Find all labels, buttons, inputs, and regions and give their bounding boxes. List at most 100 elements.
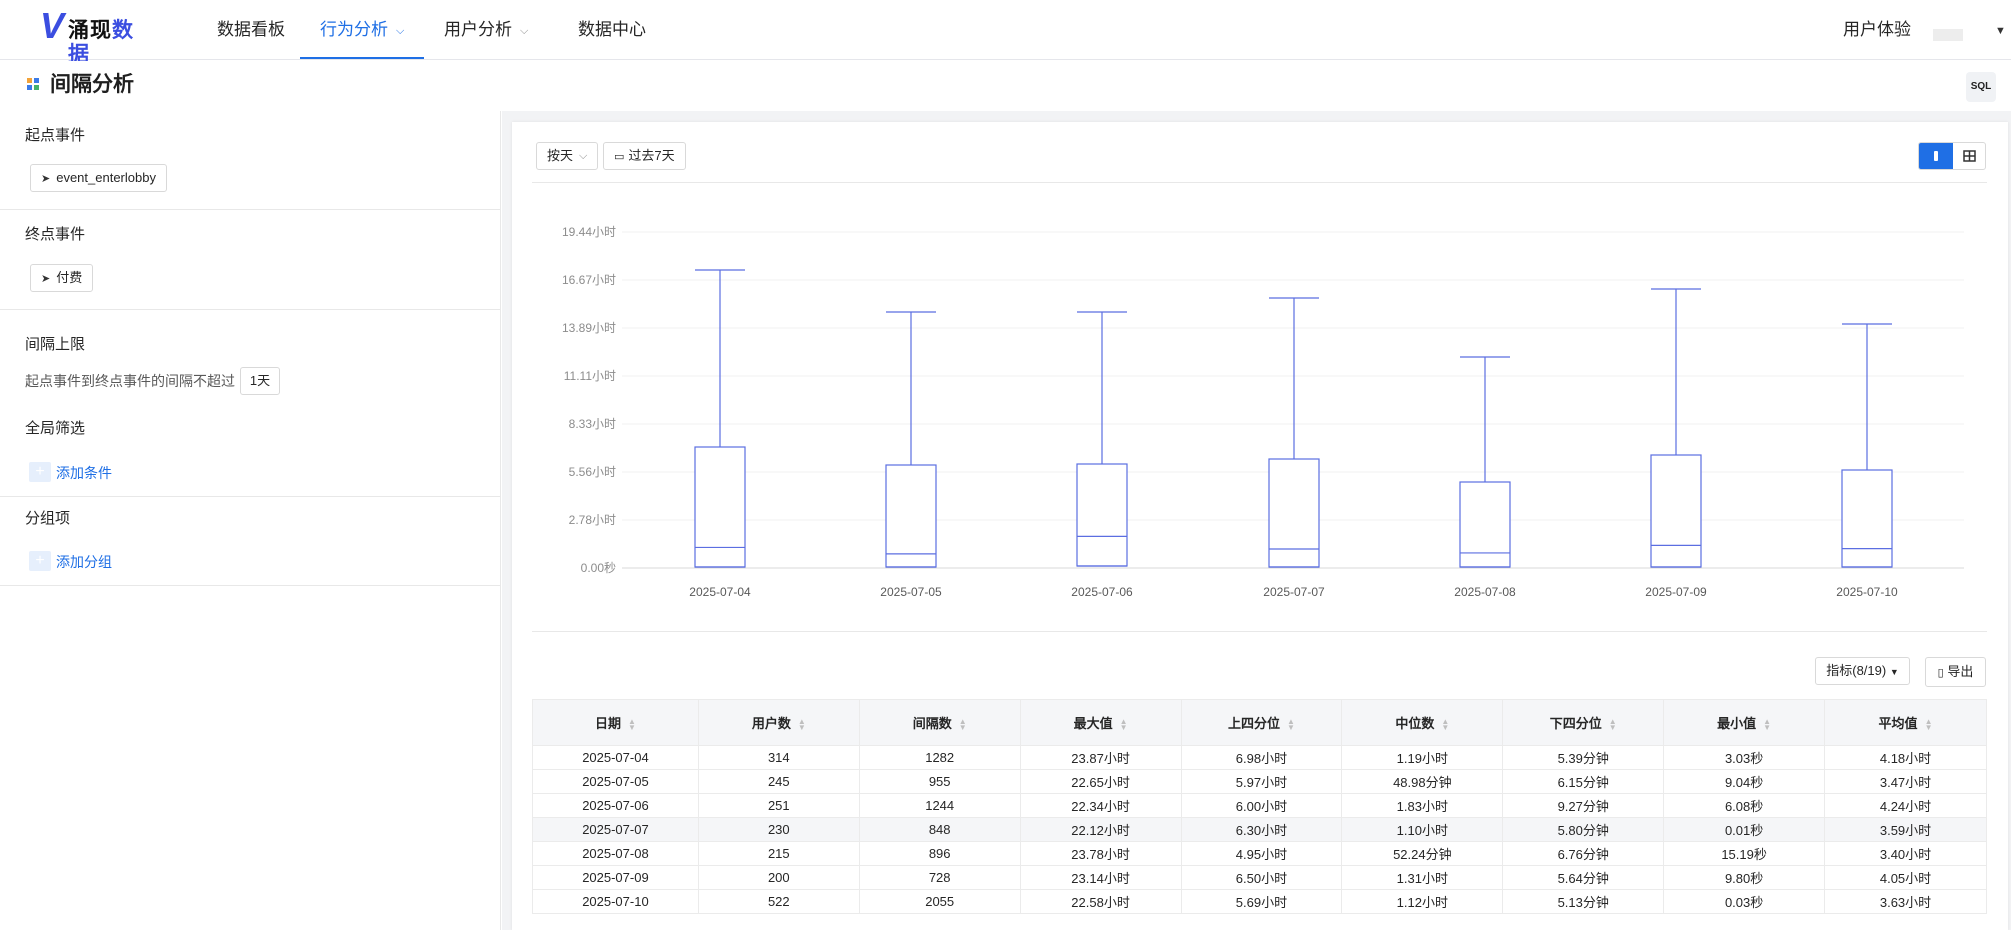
- table-row[interactable]: 2025-07-04 314 1282 23.87小时 6.98小时 1.19小时 5.39…: [532, 745, 1987, 770]
- date-range-picker[interactable]: ▭ 过去7天: [603, 142, 686, 170]
- caret-down-icon[interactable]: ▼: [1995, 25, 2006, 37]
- start-event-tag[interactable]: ➤ event_enterlobby: [30, 164, 167, 192]
- table-row[interactable]: 2025-07-09 200 728 23.14小时 6.50小时 1.31小时 5.64分…: [532, 865, 1987, 890]
- table-cell: 5.64分钟: [1502, 865, 1665, 890]
- box: [1650, 454, 1702, 568]
- table-cell: 1282: [858, 745, 1021, 770]
- column-header-label: 最小值: [1717, 716, 1757, 731]
- x-tick-label: 2025-07-07: [1263, 585, 1325, 599]
- sort-icon[interactable]: ▲ ▼: [628, 717, 636, 731]
- sort-icon[interactable]: ▲ ▼: [798, 717, 806, 731]
- sort-icon[interactable]: ▲ ▼: [1609, 717, 1617, 731]
- column-header-label: 用户数: [751, 716, 791, 731]
- column-header[interactable]: 下四分位 ▲ ▼: [1502, 699, 1665, 746]
- y-tick-label: 11.11小时: [564, 369, 616, 383]
- column-header-label: 上四分位: [1227, 716, 1280, 731]
- y-tick-label: 19.44小时: [562, 225, 616, 239]
- divider: [0, 585, 501, 586]
- data-table: 日期 ▲ ▼ 用户数 ▲ ▼ 间隔数 ▲ ▼ 最大值 ▲ ▼ 上四分位 ▲ ▼ 中位数 ▲ ▼ 下四分位 ▲ ▼ 最小值 ▲…: [532, 699, 1987, 914]
- table-cell: 6.15分钟: [1502, 769, 1665, 794]
- sort-icon[interactable]: ▲ ▼: [1287, 717, 1295, 731]
- metrics-select[interactable]: 指标(8/19) ▼: [1815, 657, 1910, 685]
- divider: [0, 209, 501, 210]
- add-group-button[interactable]: + 添加分组: [29, 551, 112, 573]
- interval-limit-input[interactable]: 1天: [240, 367, 280, 395]
- box: [1459, 481, 1511, 568]
- table-cell: 3.63小时: [1824, 889, 1987, 914]
- analysis-grid-icon: [27, 78, 40, 91]
- table-row[interactable]: 2025-07-05 245 955 22.65小时 5.97小时 48.98分钟 6.15…: [532, 769, 1987, 794]
- table-row[interactable]: 2025-07-10 522 2055 22.58小时 5.69小时 1.12小时 5.13…: [532, 889, 1987, 914]
- table-cell: 9.80秒: [1663, 865, 1826, 890]
- table-cell: 23.87小时: [1019, 745, 1182, 770]
- sort-icon[interactable]: ▲ ▼: [959, 717, 967, 731]
- add-condition-button[interactable]: + 添加条件: [29, 462, 112, 484]
- app-logo[interactable]: V 涌现数据: [40, 8, 144, 67]
- column-header[interactable]: 最大值 ▲ ▼: [1019, 699, 1182, 746]
- table-cell: 728: [858, 865, 1021, 890]
- table-cell: 3.03秒: [1663, 745, 1826, 770]
- user-experience-link[interactable]: 用户体验: [1843, 0, 1911, 60]
- sort-icon[interactable]: ▲ ▼: [1441, 717, 1449, 731]
- table-cell: 22.12小时: [1019, 817, 1182, 842]
- top-navigation: V 涌现数据 数据看板 行为分析 ⌵ 用户分析 ⌵ 数据中心 用户体验 ▼: [0, 0, 2011, 67]
- table-row[interactable]: 2025-07-08 215 896 23.78小时 4.95小时 52.24分钟 6.76…: [532, 841, 1987, 866]
- box: [885, 464, 937, 568]
- table-cell: 5.97小时: [1180, 769, 1343, 794]
- sql-button[interactable]: SQL: [1966, 72, 1996, 102]
- box-chart-icon: [1934, 151, 1938, 161]
- export-button[interactable]: ▯ 导出: [1925, 657, 1986, 687]
- table-cell: 23.14小时: [1019, 865, 1182, 890]
- start-event-label: 起点事件: [25, 127, 86, 144]
- column-header-label: 最大值: [1073, 716, 1113, 731]
- chevron-down-icon: ⌵: [579, 150, 588, 162]
- table-cell: 215: [697, 841, 860, 866]
- box: [1268, 458, 1320, 568]
- table-cell: 0.01秒: [1663, 817, 1826, 842]
- table-cell: 5.80分钟: [1502, 817, 1665, 842]
- table-cell: 0.03秒: [1663, 889, 1826, 914]
- table-cell: 4.05小时: [1824, 865, 1987, 890]
- column-header-label: 间隔数: [912, 716, 952, 731]
- plus-icon: +: [29, 462, 51, 482]
- divider: [532, 631, 1987, 632]
- page-header: 间隔分析 SQL: [0, 61, 2011, 111]
- granularity-select[interactable]: 按天 ⌵: [536, 142, 599, 170]
- nav-item-user-analysis[interactable]: 用户分析 ⌵: [444, 0, 528, 60]
- table-cell: 22.34小时: [1019, 793, 1182, 818]
- avatar[interactable]: [1933, 29, 1963, 41]
- column-header[interactable]: 平均值 ▲ ▼: [1824, 699, 1987, 746]
- column-header[interactable]: 日期 ▲ ▼: [532, 699, 699, 746]
- table-cell: 9.04秒: [1663, 769, 1826, 794]
- column-header[interactable]: 上四分位 ▲ ▼: [1180, 699, 1343, 746]
- x-tick-label: 2025-07-06: [1071, 585, 1133, 599]
- table-cell: 4.24小时: [1824, 793, 1987, 818]
- column-header[interactable]: 最小值 ▲ ▼: [1663, 699, 1826, 746]
- table-cell: 52.24分钟: [1341, 841, 1504, 866]
- divider: [532, 182, 1987, 183]
- end-event-tag[interactable]: ➤ 付费: [30, 264, 94, 292]
- table-cell: 48.98分钟: [1341, 769, 1504, 794]
- nav-item-behavior-analysis[interactable]: 行为分析 ⌵: [300, 0, 425, 59]
- nav-item-data-center[interactable]: 数据中心: [578, 0, 646, 60]
- nav-item-dashboard[interactable]: 数据看板: [217, 0, 285, 60]
- chart-view-button[interactable]: [1919, 143, 1953, 169]
- table-row[interactable]: 2025-07-07 230 848 22.12小时 6.30小时 1.10小时 5.80分…: [532, 817, 1987, 842]
- table-cell: 251: [697, 793, 860, 818]
- table-cell: 2055: [858, 889, 1021, 914]
- column-header[interactable]: 间隔数 ▲ ▼: [858, 699, 1021, 746]
- x-tick-label: 2025-07-10: [1836, 585, 1898, 599]
- table-cell: 3.59小时: [1824, 817, 1987, 842]
- table-icon: [1963, 150, 1976, 162]
- table-view-button[interactable]: [1953, 143, 1985, 169]
- config-sidebar: 起点事件 ➤ event_enterlobby 终点事件 ➤ 付费 间隔上限 起点事…: [0, 111, 501, 930]
- sort-icon[interactable]: ▲ ▼: [1763, 717, 1771, 731]
- column-header[interactable]: 中位数 ▲ ▼: [1341, 699, 1504, 746]
- table-row[interactable]: 2025-07-06 251 1244 22.34小时 6.00小时 1.83小时 9.27…: [532, 793, 1987, 818]
- table-cell: 200: [697, 865, 860, 890]
- view-toggle[interactable]: [1918, 142, 1986, 170]
- sort-icon[interactable]: ▲ ▼: [1925, 717, 1933, 731]
- sort-icon[interactable]: ▲ ▼: [1120, 717, 1128, 731]
- column-header[interactable]: 用户数 ▲ ▼: [697, 699, 860, 746]
- y-tick-label: 16.67小时: [562, 273, 616, 287]
